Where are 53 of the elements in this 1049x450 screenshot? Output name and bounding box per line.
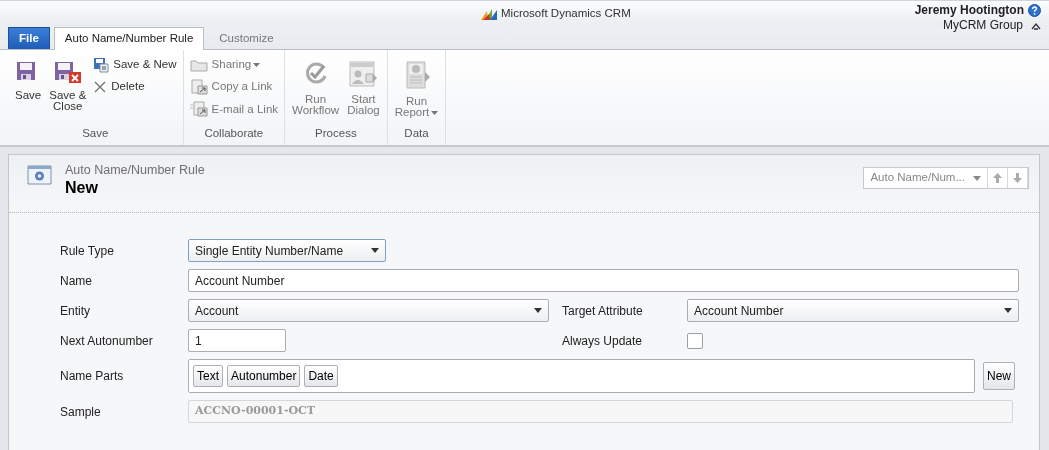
ribbon-tab[interactable]: Auto Name/Number Rule (53, 27, 205, 50)
field-label: Name (60, 272, 93, 290)
checkbox[interactable] (687, 332, 703, 349)
dropdown-field[interactable]: Account Number (687, 299, 1019, 322)
link-icon (189, 78, 208, 95)
input-field[interactable]: 1 (188, 329, 286, 352)
field-label: Rule Type (60, 242, 115, 260)
file-menu-button[interactable]: File (8, 27, 50, 49)
ribbon-command[interactable]: Save & New (91, 55, 179, 75)
entity-type-label: Auto Name/Number Rule (65, 163, 205, 178)
group-label: Process (314, 125, 358, 141)
dropdown-field[interactable]: Account (188, 299, 549, 322)
logo-icon (480, 7, 498, 20)
dialog-icon (348, 60, 379, 88)
dropdown-icon (534, 308, 542, 313)
up-arrow-icon (993, 173, 1002, 183)
field-label: Always Update (562, 332, 644, 350)
field-label: Entity (60, 302, 91, 320)
link-icon (189, 101, 208, 118)
group-label: Data (403, 125, 430, 141)
delete-icon (93, 79, 108, 94)
record-title: New (65, 178, 99, 197)
field-label: Sample (60, 403, 102, 421)
group-label: Save (81, 125, 110, 141)
dropdown-icon (1004, 308, 1012, 313)
name-part-button[interactable]: Autonumber (227, 365, 301, 387)
dropdown-icon (371, 248, 379, 253)
ribbon-tab[interactable]: Customize (208, 27, 285, 49)
help-icon (1028, 4, 1041, 17)
user-name: Jeremy Hootington (914, 3, 1024, 18)
ribbon-button[interactable]: Save & Close (46, 52, 90, 125)
name-part-button[interactable]: Text (193, 365, 223, 387)
name-part-button[interactable]: Date (304, 365, 338, 387)
collapse-icon[interactable] (1031, 21, 1041, 30)
new-button[interactable]: New (983, 362, 1015, 390)
field-label: Next Autonumber (60, 332, 154, 350)
group-label: Collaborate (203, 125, 265, 141)
ribbon-button[interactable]: Save (12, 52, 45, 125)
app-title: Microsoft Dynamics CRM (501, 6, 631, 21)
down-arrow-icon (1013, 173, 1022, 183)
dropdown-field[interactable]: Single Entity Number/Name (188, 239, 386, 262)
dropdown-icon (253, 62, 261, 67)
floppy-disk-icon (52, 60, 83, 84)
folder-icon (189, 57, 208, 72)
input-field[interactable]: Account Number (188, 269, 1019, 292)
dropdown-icon (431, 110, 439, 115)
organization-name: MyCRM Group (943, 18, 1023, 33)
field-label: Name Parts (60, 368, 125, 385)
field-label: Target Attribute (562, 302, 644, 320)
ribbon-command[interactable]: Delete (91, 77, 179, 97)
floppy-disk-icon (93, 56, 110, 73)
sample-field: ACCNO-00001-OCT (188, 400, 1013, 423)
dropdown-icon (973, 175, 981, 181)
